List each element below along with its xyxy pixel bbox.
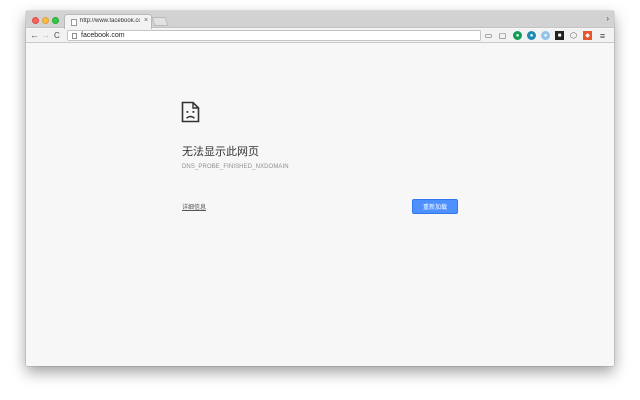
teal-extension-icon[interactable]: ● [527, 31, 536, 40]
back-button[interactable]: ← [30, 30, 39, 41]
details-link[interactable]: 详细信息 [182, 202, 206, 211]
error-title: 无法显示此网页 [182, 146, 259, 158]
reload-button[interactable]: 重新加载 [412, 199, 458, 214]
shield-icon[interactable]: ⬡ [569, 31, 578, 40]
dark-extension-icon[interactable]: ■ [555, 31, 564, 40]
green-extension-icon[interactable]: ● [513, 31, 522, 40]
tab-overflow-icon[interactable]: › [606, 14, 609, 23]
cast-icon[interactable]: ▭ [484, 31, 493, 40]
url-text[interactable]: facebook.com [81, 32, 125, 39]
address-bar[interactable]: facebook.com [67, 30, 481, 41]
error-code: DNS_PROBE_FINISHED_NXDOMAIN [182, 164, 289, 170]
tab-facebook[interactable]: http://www.facebook.com/ - × [64, 14, 152, 29]
forward-button[interactable]: → [41, 30, 50, 41]
error-page: 无法显示此网页 DNS_PROBE_FINISHED_NXDOMAIN 详细信息… [26, 44, 614, 366]
monitor-icon[interactable]: ▢ [498, 31, 507, 40]
sad-page-icon [181, 101, 200, 123]
tab-close-icon[interactable]: × [144, 17, 148, 24]
page-icon [72, 33, 77, 39]
colorful-extension-icon[interactable]: ◆ [583, 31, 592, 40]
window-minimize-button[interactable] [42, 17, 49, 24]
tab-strip: http://www.facebook.com/ - × › [26, 11, 614, 29]
new-tab-button[interactable] [151, 17, 169, 26]
tab-title: http://www.facebook.com/ - [80, 18, 140, 24]
reload-icon[interactable]: C [54, 30, 60, 41]
browser-window: http://www.facebook.com/ - × › ← → C fac… [26, 11, 614, 366]
page-icon [71, 19, 77, 26]
window-close-button[interactable] [32, 17, 39, 24]
toolbar: ← → C facebook.com ▭ ▢ ● ● ● ■ ⬡ ◆ ≡ [26, 29, 614, 43]
menu-icon[interactable]: ≡ [598, 31, 607, 41]
window-maximize-button[interactable] [52, 17, 59, 24]
lightblue-extension-icon[interactable]: ● [541, 31, 550, 40]
